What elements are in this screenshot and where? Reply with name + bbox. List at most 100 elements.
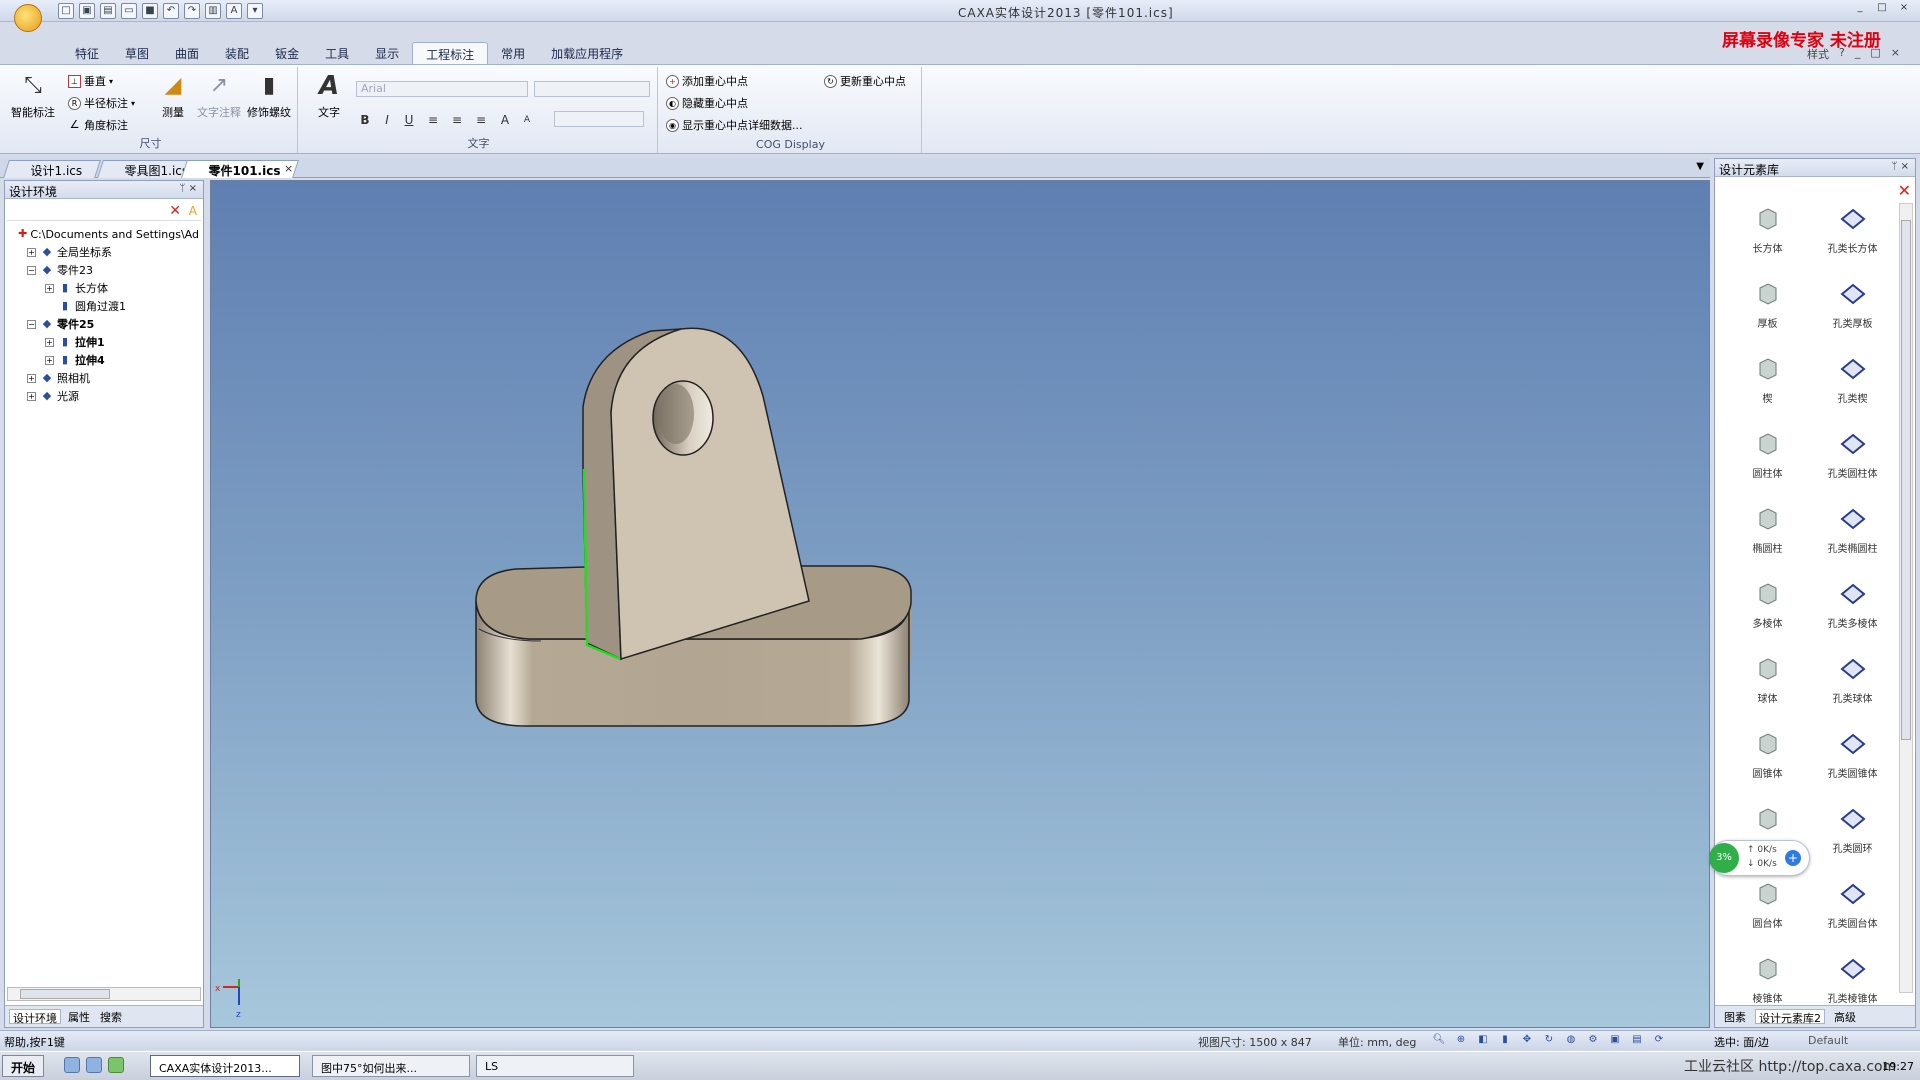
font-name-combo[interactable]: Arial [356, 81, 528, 97]
style-default-combo[interactable]: Default [1808, 1034, 1848, 1047]
tree-item[interactable]: + ▮ 长方体 [9, 279, 199, 297]
close-library-icon[interactable]: ✕ [1898, 181, 1911, 200]
angle-dimension-button[interactable]: ∠ 角度标注 [68, 117, 128, 133]
task-folder-ls[interactable]: LS [476, 1055, 634, 1077]
doc-close-button[interactable]: × [1891, 46, 1900, 62]
catalog-item[interactable]: 孔类圆柱体 [1810, 428, 1895, 490]
tab-feature[interactable]: 特征 [62, 42, 112, 64]
tab-common[interactable]: 常用 [488, 42, 538, 64]
new-file-icon[interactable]: □ [58, 3, 74, 19]
new-design-icon[interactable]: ▣ [79, 3, 95, 19]
tab-search[interactable]: 搜索 [97, 1009, 125, 1024]
catalog-item[interactable]: 圆柱体 [1725, 428, 1810, 490]
tree-item[interactable]: + ◆ 全局坐标系 [9, 243, 199, 261]
clear-filter-icon[interactable]: ✕ [169, 203, 181, 219]
scrollbar-thumb[interactable] [20, 989, 110, 999]
refresh-icon[interactable]: ⟳ [1652, 1033, 1666, 1047]
smart-dimension-button[interactable]: ⤡ 智能标注 [10, 71, 56, 120]
cosmetic-thread-button[interactable]: ▮ 修饰螺纹 [246, 71, 292, 120]
app-logo-icon[interactable] [14, 4, 42, 32]
catalog-item[interactable]: 孔类楔 [1810, 353, 1895, 415]
align-left-button[interactable]: ≡ [424, 111, 442, 129]
tab-sketch[interactable]: 草图 [112, 42, 162, 64]
redo-icon[interactable]: ↷ [184, 3, 200, 19]
font-shrink-button[interactable]: A [518, 111, 536, 129]
italic-button[interactable]: I [378, 111, 396, 129]
tab-sheet-metal[interactable]: 钣金 [262, 42, 312, 64]
expand-icon[interactable]: + [45, 337, 54, 347]
horizontal-scrollbar[interactable] [7, 987, 201, 1001]
tab-load-applications[interactable]: 加载应用程序 [538, 42, 636, 64]
pan-icon[interactable]: ✥ [1520, 1033, 1534, 1047]
tab-tools[interactable]: 工具 [312, 42, 362, 64]
doc-tab-part101[interactable]: 零件101.ics [181, 160, 299, 178]
catalog-item[interactable]: 厚板 [1725, 278, 1810, 340]
measure-button[interactable]: ◢ 测量 [150, 71, 196, 120]
expand-icon[interactable]: + [27, 373, 36, 383]
tab-engineering-annotation[interactable]: 工程标注 [412, 42, 489, 64]
show-cog-detail-button[interactable]: ◉ 显示重心中点详细数据... [666, 117, 803, 133]
rotate-icon[interactable]: ↻ [1542, 1033, 1556, 1047]
task-caxa[interactable]: CAXA实体设计2013... [150, 1055, 300, 1077]
filter-options-icon[interactable]: A [189, 204, 197, 218]
catalog-item[interactable]: 长方体 [1725, 203, 1810, 265]
tab-design-environment[interactable]: 设计环境 [9, 1009, 61, 1025]
align-center-button[interactable]: ≡ [448, 111, 466, 129]
expand-icon[interactable]: + [27, 391, 36, 401]
tab-assembly[interactable]: 装配 [212, 42, 262, 64]
collapse-icon[interactable]: − [27, 265, 36, 275]
render-icon[interactable]: ◍ [1564, 1033, 1578, 1047]
tab-advanced[interactable]: 高级 [1831, 1009, 1859, 1024]
text-button[interactable]: A 文字 [306, 71, 352, 120]
font-size-combo[interactable] [534, 81, 650, 97]
doc-tab-design1[interactable]: 设计1.ics [3, 160, 101, 178]
settings-icon[interactable]: ⚙ [1586, 1033, 1600, 1047]
style-icon[interactable]: A [226, 3, 242, 19]
catalog-item[interactable]: 孔类厚板 [1810, 278, 1895, 340]
layout-icon[interactable]: ▣ [1608, 1033, 1622, 1047]
catalog-item[interactable]: 多棱体 [1725, 578, 1810, 640]
catalog-item[interactable]: 孔类多棱体 [1810, 578, 1895, 640]
customize-qat-icon[interactable]: ▾ [247, 3, 263, 19]
collapse-icon[interactable]: − [27, 319, 36, 329]
catalog-item[interactable]: 圆台体 [1725, 878, 1810, 940]
tree-item[interactable]: + ▮ 拉伸4 [9, 351, 199, 369]
tab-surface[interactable]: 曲面 [162, 42, 212, 64]
update-cog-button[interactable]: ↻ 更新重心中点 [824, 73, 906, 89]
catalog-item[interactable]: 孔类长方体 [1810, 203, 1895, 265]
vertical-dimension-button[interactable]: ⊥ 垂直 ▾ [68, 73, 113, 89]
catalog-item[interactable]: 孔类圆台体 [1810, 878, 1895, 940]
font-grow-button[interactable]: A [496, 111, 514, 129]
zoom-icon[interactable]: 🔍︎ [1432, 1033, 1446, 1047]
close-icon[interactable]: × [189, 183, 197, 194]
add-cog-button[interactable]: + 添加重心中点 [666, 73, 748, 89]
expand-icon[interactable]: + [27, 247, 36, 257]
view-cube-icon[interactable]: ◧ [1476, 1033, 1490, 1047]
minimize-button[interactable]: _ [1852, 2, 1868, 16]
tab-primitives[interactable]: 图素 [1721, 1009, 1749, 1024]
print-icon[interactable]: ▥ [205, 3, 221, 19]
pin-icon[interactable]: ᛘ [1891, 161, 1897, 172]
tree-item[interactable]: − ◆ 零件23 [9, 261, 199, 279]
tree-item[interactable]: ▮ 圆角过渡1 [9, 297, 199, 315]
part-model[interactable] [211, 181, 1710, 1028]
close-icon[interactable]: × [1901, 161, 1909, 172]
close-tab-icon[interactable]: × [284, 162, 293, 175]
tab-display[interactable]: 显示 [362, 42, 412, 64]
ear-front-face[interactable] [610, 327, 810, 661]
window-icon[interactable]: ▤ [1630, 1033, 1644, 1047]
expand-icon[interactable]: + [45, 283, 54, 293]
hide-cog-button[interactable]: ◐ 隐藏重心中点 [666, 95, 748, 111]
maximize-button[interactable]: □ [1874, 2, 1890, 16]
catalog-item[interactable]: 球体 [1725, 653, 1810, 715]
close-button[interactable]: × [1896, 2, 1912, 16]
network-speed-widget[interactable]: 3% ↑ 0K/s ↓ 0K/s + [1709, 840, 1810, 876]
expand-icon[interactable]: + [45, 355, 54, 365]
bold-button[interactable]: B [356, 111, 374, 129]
open-file-icon[interactable]: ▤ [100, 3, 116, 19]
tab-design-library-2[interactable]: 设计元素库2 [1755, 1009, 1825, 1025]
radius-dimension-button[interactable]: R 半径标注 ▾ [68, 95, 135, 111]
scrollbar-thumb[interactable] [1901, 220, 1911, 740]
tree-item[interactable]: ✚ C:\Documents and Settings\Ad [9, 225, 199, 243]
tree-item[interactable]: + ▮ 拉伸1 [9, 333, 199, 351]
